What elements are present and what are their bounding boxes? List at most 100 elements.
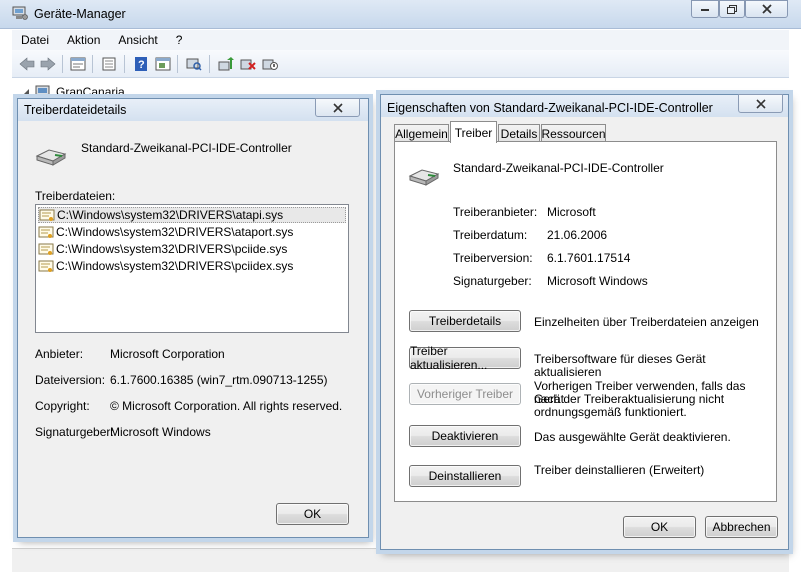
maximize-button[interactable] <box>719 0 745 18</box>
ide-controller-icon <box>408 169 440 186</box>
signer-label: Signaturgeber: <box>35 425 114 439</box>
disable-device-button[interactable]: Deaktivieren <box>409 425 521 447</box>
disable-icon <box>262 59 278 70</box>
driver-file-icon <box>39 209 55 221</box>
main-titlebar: Geräte-Manager <box>0 0 801 29</box>
driver-details-description: Einzelheiten über Treiberdateien anzeige… <box>534 315 759 329</box>
properties-button[interactable] <box>69 56 87 72</box>
list-item[interactable]: C:\Windows\system32\DRIVERS\pciide.sys <box>38 241 346 257</box>
disable-button[interactable] <box>261 56 279 72</box>
disable-description: Das ausgewählte Gerät deaktivieren. <box>534 430 731 444</box>
uninstall-driver-button[interactable]: Deinstallieren <box>409 465 521 487</box>
dialog-title: Eigenschaften von Standard-Zweikanal-PCI… <box>387 101 713 115</box>
toolbar-separator <box>124 55 125 73</box>
menu-aktion[interactable]: Aktion <box>58 33 109 47</box>
driver-version-label: Treiberversion: <box>453 251 533 265</box>
file-path: C:\Windows\system32\DRIVERS\ataport.sys <box>56 225 294 239</box>
close-button[interactable] <box>315 98 360 117</box>
toolbar-separator <box>177 55 178 73</box>
driver-files-label: Treiberdateien: <box>35 189 116 203</box>
menu-datei[interactable]: Datei <box>12 33 58 47</box>
copyright-label: Copyright: <box>35 399 90 413</box>
forward-icon <box>40 57 56 71</box>
update-driver-description: Treibersoftware für dieses Gerät aktuali… <box>534 352 706 379</box>
tab-ressourcen[interactable]: Ressourcen <box>541 124 606 142</box>
collapse-triangle-icon[interactable] <box>22 88 30 96</box>
ok-button[interactable]: OK <box>276 503 349 525</box>
cancel-button[interactable]: Abbrechen <box>705 516 778 538</box>
update-driver-button[interactable] <box>217 56 235 72</box>
tab-allgemein[interactable]: Allgemein <box>394 124 449 142</box>
driver-date-label: Treiberdatum: <box>453 228 528 242</box>
back-icon <box>19 57 35 71</box>
ok-button[interactable]: OK <box>623 516 696 538</box>
devices-view-button[interactable] <box>154 56 172 72</box>
list-item[interactable]: C:\Windows\system32\DRIVERS\atapi.sys <box>38 207 346 223</box>
list-item[interactable]: C:\Windows\system32\DRIVERS\pciidex.sys <box>38 258 346 274</box>
close-icon <box>761 4 772 14</box>
computer-icon <box>35 85 50 98</box>
help-button[interactable]: ? <box>132 56 150 72</box>
menu-bar: Datei Aktion Ansicht ? <box>12 30 789 50</box>
driver-tab-panel: Standard-Zweikanal-PCI-IDE-Controller Tr… <box>394 141 777 502</box>
signer-value: Microsoft Windows <box>110 425 211 439</box>
back-button[interactable] <box>18 56 36 72</box>
close-icon <box>332 102 343 113</box>
close-icon <box>755 98 766 109</box>
file-path: C:\Windows\system32\DRIVERS\atapi.sys <box>57 208 284 222</box>
file-version-value: 6.1.7600.16385 (win7_rtm.090713-1255) <box>110 373 328 387</box>
file-version-label: Dateiversion: <box>35 373 106 387</box>
status-bar <box>12 548 789 572</box>
uninstall-button[interactable] <box>239 56 257 72</box>
close-button[interactable] <box>745 0 788 18</box>
driver-provider-value: Microsoft <box>547 205 596 219</box>
view-button[interactable] <box>100 56 118 72</box>
driver-details-button[interactable]: Treiberdetails <box>409 310 521 332</box>
view-icon <box>102 57 116 71</box>
list-item[interactable]: C:\Windows\system32\DRIVERS\ataport.sys <box>38 224 346 240</box>
tree-root-label: GranCanaria <box>56 85 125 99</box>
tab-treiber[interactable]: Treiber <box>450 121 497 143</box>
driver-provider-label: Treiberanbieter: <box>453 205 538 219</box>
minimize-icon <box>701 9 709 11</box>
dialog-titlebar: Treiberdateidetails <box>18 98 368 121</box>
driver-version-value: 6.1.7601.17514 <box>547 251 631 265</box>
properties-dialog: Eigenschaften von Standard-Zweikanal-PCI… <box>380 94 789 550</box>
update-driver-button[interactable]: Treiber aktualisieren... <box>409 344 521 372</box>
window-title: Geräte-Manager <box>34 7 126 21</box>
toolbar: ? <box>12 50 789 78</box>
dialog-titlebar: Eigenschaften von Standard-Zweikanal-PCI… <box>381 94 788 117</box>
driver-date-value: 21.06.2006 <box>547 228 608 242</box>
help-icon: ? <box>135 57 147 71</box>
driver-details-dialog: Treiberdateidetails Standard-Zweikanal-P… <box>17 98 369 538</box>
properties-icon <box>70 57 86 71</box>
provider-value: Microsoft Corporation <box>110 347 225 361</box>
copyright-value: © Microsoft Corporation. All rights rese… <box>110 399 343 413</box>
uninstall-icon <box>240 59 256 70</box>
device-manager-icon <box>12 6 28 20</box>
close-button[interactable] <box>738 94 783 113</box>
minimize-button[interactable] <box>691 0 719 18</box>
tab-details[interactable]: Details <box>498 124 540 142</box>
file-path: C:\Windows\system32\DRIVERS\pciidex.sys <box>56 259 294 273</box>
forward-button[interactable] <box>39 56 57 72</box>
driver-file-icon <box>38 226 54 238</box>
file-path: C:\Windows\system32\DRIVERS\pciide.sys <box>56 242 288 256</box>
toolbar-separator <box>92 55 93 73</box>
scan-hardware-icon <box>186 58 202 71</box>
devices-view-icon <box>155 57 171 71</box>
ide-controller-icon <box>35 149 67 166</box>
dialog-title: Treiberdateidetails <box>24 103 127 117</box>
tree-root-item[interactable]: GranCanaria <box>22 85 125 99</box>
restore-icon <box>727 4 737 14</box>
menu-help[interactable]: ? <box>167 33 192 47</box>
toolbar-separator <box>209 55 210 73</box>
svg-text:?: ? <box>138 59 145 71</box>
device-name: Standard-Zweikanal-PCI-IDE-Controller <box>81 141 292 155</box>
toolbar-separator <box>62 55 63 73</box>
rollback-driver-button[interactable]: Vorheriger Treiber <box>409 383 521 405</box>
device-name: Standard-Zweikanal-PCI-IDE-Controller <box>453 161 664 175</box>
menu-ansicht[interactable]: Ansicht <box>109 33 166 47</box>
scan-hardware-button[interactable] <box>185 56 203 72</box>
driver-files-list[interactable]: C:\Windows\system32\DRIVERS\atapi.sys C:… <box>35 204 349 333</box>
